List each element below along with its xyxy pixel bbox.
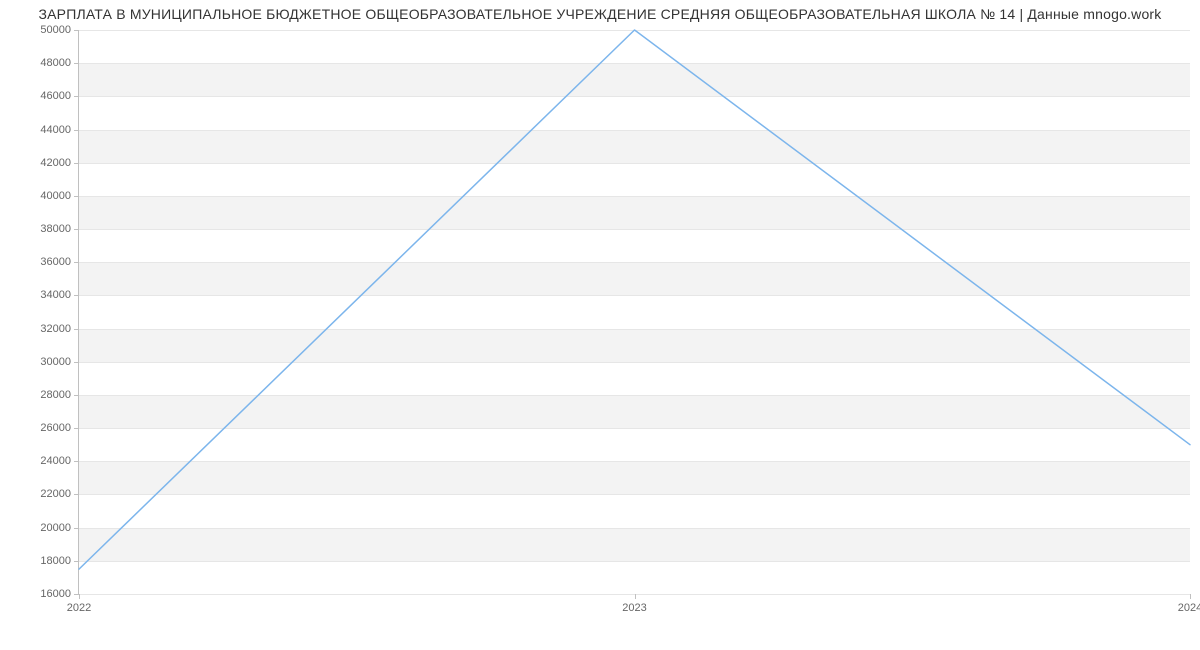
plot-area: 1600018000200002200024000260002800030000… xyxy=(78,30,1190,595)
x-axis-tick xyxy=(635,594,636,599)
y-axis-tick xyxy=(74,196,79,197)
y-axis-tick xyxy=(74,561,79,562)
y-axis-tick xyxy=(74,295,79,296)
y-axis-tick xyxy=(74,494,79,495)
y-axis-tick xyxy=(74,329,79,330)
y-axis-tick xyxy=(74,163,79,164)
y-axis-tick xyxy=(74,30,79,31)
x-axis-tick xyxy=(1190,594,1191,599)
x-axis-tick xyxy=(79,594,80,599)
chart-container: ЗАРПЛАТА В МУНИЦИПАЛЬНОЕ БЮДЖЕТНОЕ ОБЩЕО… xyxy=(0,0,1200,650)
line-series xyxy=(79,30,1190,594)
y-axis-tick xyxy=(74,262,79,263)
y-axis-tick xyxy=(74,63,79,64)
y-axis-tick xyxy=(74,362,79,363)
x-axis-label: 2024 xyxy=(1178,594,1200,614)
y-axis-tick xyxy=(74,395,79,396)
chart-title: ЗАРПЛАТА В МУНИЦИПАЛЬНОЕ БЮДЖЕТНОЕ ОБЩЕО… xyxy=(0,6,1200,22)
series-line xyxy=(79,30,1190,569)
y-axis-tick xyxy=(74,528,79,529)
y-axis-tick xyxy=(74,229,79,230)
y-axis-tick xyxy=(74,96,79,97)
y-axis-tick xyxy=(74,428,79,429)
y-axis-tick xyxy=(74,461,79,462)
y-axis-tick xyxy=(74,130,79,131)
